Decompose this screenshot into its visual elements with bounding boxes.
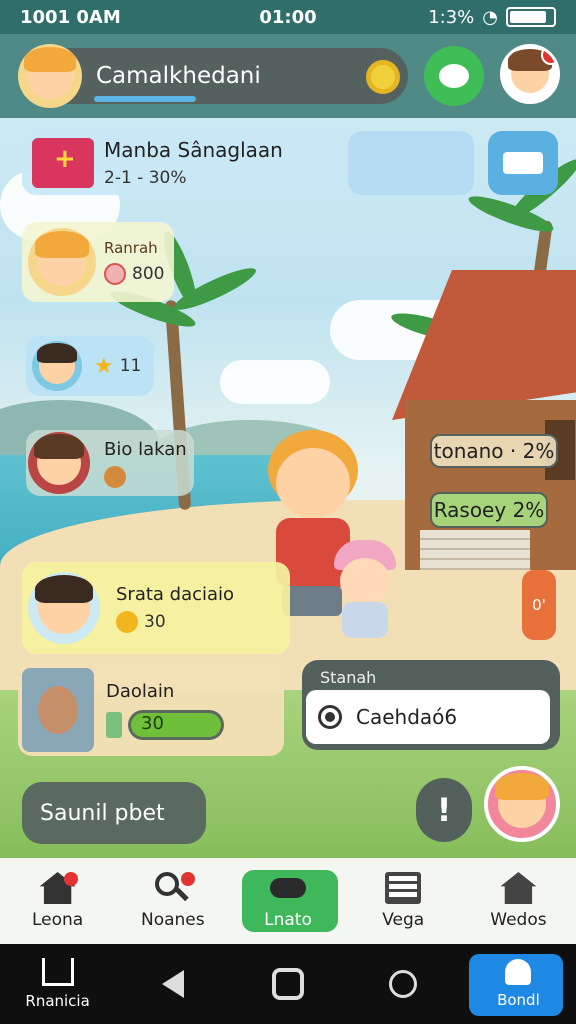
progress-label: Rasoey 2% bbox=[430, 492, 548, 528]
quest-card[interactable]: Manba Sânaglaan 2-1 - 30% bbox=[22, 131, 474, 195]
nav-label: Leona bbox=[31, 910, 84, 930]
jar-icon bbox=[106, 711, 122, 738]
player-row-stat bbox=[104, 465, 187, 488]
player-row-stat: ★ 11 bbox=[94, 354, 141, 379]
player-row-value: 30 bbox=[144, 611, 166, 632]
player-row[interactable]: Srata daciaio 30 bbox=[22, 562, 290, 654]
bell-icon bbox=[505, 959, 532, 985]
progress-label-text: tonano bbox=[433, 439, 504, 463]
nav-label: Lnato bbox=[264, 910, 312, 930]
village-icon bbox=[500, 872, 537, 904]
gear-coin-icon bbox=[116, 610, 138, 633]
coin-icon[interactable] bbox=[366, 60, 400, 94]
chat-input[interactable]: Saunil pbet bbox=[22, 782, 206, 844]
player-row-name: Bio lakan bbox=[104, 438, 187, 460]
house-stairs bbox=[420, 530, 530, 570]
notification-badge bbox=[541, 47, 557, 65]
nav-item-leona[interactable]: Leona bbox=[0, 858, 115, 944]
nav-item-noanes[interactable]: Noanes bbox=[115, 858, 230, 944]
profile-button[interactable] bbox=[484, 766, 560, 842]
player-row-name: Ranrah bbox=[104, 239, 158, 257]
home-outline-icon bbox=[41, 958, 74, 986]
player-row-stat: 800 bbox=[104, 263, 164, 285]
cloud bbox=[220, 360, 330, 404]
quest-book-icon bbox=[32, 138, 94, 188]
task-box: Stanah Caehdaó6 bbox=[302, 660, 560, 750]
nav-label: Wedos bbox=[490, 910, 547, 930]
player-row-value: 11 bbox=[119, 356, 142, 376]
list-icon bbox=[385, 872, 422, 904]
quest-subtitle: 2-1 - 30% bbox=[104, 168, 187, 188]
energy-value: 30 bbox=[131, 712, 221, 737]
progress-label-text: Rasoey bbox=[433, 498, 507, 522]
sys-label: Rnanicia bbox=[25, 992, 90, 1010]
nav-label: Vega bbox=[382, 910, 425, 930]
sys-back[interactable] bbox=[115, 944, 230, 1024]
cookie-icon bbox=[104, 465, 126, 488]
sys-home[interactable]: Rnanicia bbox=[0, 944, 115, 1024]
friend-avatar-button[interactable] bbox=[500, 44, 560, 104]
chat-input-placeholder: Saunil pbet bbox=[40, 800, 165, 826]
back-icon bbox=[161, 970, 184, 998]
progress-label-percent: 2% bbox=[512, 498, 545, 522]
player-row[interactable]: Ranrah 800 bbox=[22, 222, 174, 302]
system-nav-bar: Rnanicia Bondl bbox=[0, 944, 576, 1024]
progress-label-percent: 2% bbox=[522, 439, 555, 463]
player-row-name: Srata daciaio bbox=[116, 583, 235, 605]
status-center-time: 01:00 bbox=[259, 6, 317, 28]
player-avatar[interactable] bbox=[18, 44, 82, 108]
player-avatar bbox=[32, 341, 82, 391]
chat-button[interactable] bbox=[424, 46, 484, 106]
player-row-name: Daolain bbox=[106, 680, 175, 702]
gamepad-icon bbox=[270, 872, 306, 904]
player-name: Camalkhedani bbox=[96, 63, 261, 89]
player-row-value: 800 bbox=[132, 264, 165, 284]
nav-label: Noanes bbox=[140, 910, 205, 930]
gem-icon bbox=[104, 263, 126, 285]
sys-search[interactable] bbox=[346, 944, 461, 1024]
sys-label: Bondl bbox=[497, 991, 540, 1009]
chat-bubble-icon bbox=[439, 64, 469, 88]
star-icon: ★ bbox=[94, 353, 114, 379]
player-avatar bbox=[28, 432, 90, 494]
energy-bar: 30 bbox=[128, 709, 224, 740]
side-badge-text: 0' bbox=[532, 596, 546, 614]
player-profile-pill[interactable]: Camalkhedani bbox=[18, 44, 408, 108]
player-row-stat: 30 bbox=[106, 709, 224, 740]
player-row[interactable]: ★ 11 bbox=[26, 336, 154, 396]
task-label: Stanah bbox=[320, 668, 377, 687]
player-row[interactable]: Daolain 30 bbox=[18, 664, 284, 756]
nav-item-wedos[interactable]: Wedos bbox=[461, 858, 576, 944]
nav-badge bbox=[64, 872, 78, 886]
player-row-stat: 30 bbox=[116, 610, 234, 633]
nav-badge bbox=[181, 872, 196, 886]
side-badge-button[interactable]: 0' bbox=[522, 570, 556, 640]
alert-icon: ! bbox=[436, 791, 452, 829]
quest-title: Manba Sânaglaan bbox=[104, 138, 283, 162]
map-button[interactable] bbox=[488, 131, 558, 195]
progress-label: tonano · 2% bbox=[430, 434, 558, 468]
search-icon bbox=[389, 970, 418, 998]
game-header: Camalkhedani bbox=[0, 34, 576, 118]
girl-character[interactable] bbox=[330, 540, 400, 640]
map-icon bbox=[503, 152, 543, 174]
alert-button[interactable]: ! bbox=[416, 778, 472, 842]
player-avatar bbox=[28, 228, 96, 296]
sys-recent[interactable] bbox=[230, 944, 345, 1024]
task-radio-icon[interactable] bbox=[318, 705, 342, 729]
player-photo-avatar bbox=[22, 668, 94, 752]
player-row[interactable]: Bio lakan bbox=[26, 430, 194, 496]
quest-card-extra bbox=[348, 131, 474, 195]
game-bottom-nav: Leona Noanes Lnato Vega Wedos bbox=[0, 858, 576, 944]
battery-icon bbox=[506, 7, 556, 27]
recent-apps-icon bbox=[272, 968, 304, 1000]
nav-item-lnato[interactable]: Lnato bbox=[230, 858, 345, 944]
task-value: Caehdaó6 bbox=[356, 705, 458, 729]
status-bar: 1001 0AM 01:00 1:3% ◔ bbox=[0, 0, 576, 34]
xp-bar bbox=[94, 96, 196, 102]
sys-bondl[interactable]: Bondl bbox=[461, 944, 576, 1024]
player-avatar bbox=[28, 572, 100, 644]
nav-item-vega[interactable]: Vega bbox=[346, 858, 461, 944]
task-field[interactable]: Caehdaó6 bbox=[306, 690, 550, 744]
